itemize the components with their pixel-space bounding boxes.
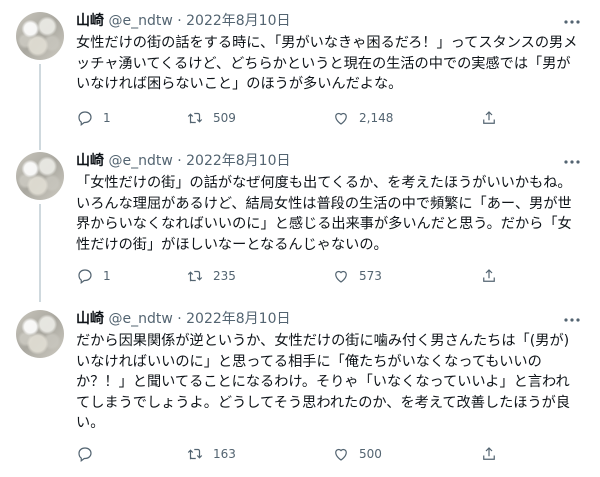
tweet-header: 山崎 @e_ndtw · 2022年8月10日 xyxy=(76,151,290,171)
share-button[interactable] xyxy=(480,266,507,286)
separator-dot: · xyxy=(177,13,182,29)
like-count: 573 xyxy=(359,269,382,283)
avatar[interactable] xyxy=(16,310,64,358)
reply-button[interactable]: 1 xyxy=(76,266,111,286)
like-button[interactable]: 500 xyxy=(332,444,382,464)
retweet-count: 509 xyxy=(213,111,236,125)
tweet-thread: 山崎 @e_ndtw · 2022年8月10日 女性だけの街の話をする時に、「男… xyxy=(0,0,600,477)
retweet-icon xyxy=(187,112,203,124)
avatar[interactable] xyxy=(16,152,64,200)
tweet-actions: 1 509 2,148 xyxy=(76,108,516,128)
reply-icon xyxy=(78,447,92,462)
retweet-icon xyxy=(187,448,203,460)
tweet-text: 「女性だけの街」の話がなぜ何度も出てくるか、を考えたほうがいいかもね。いろんな理… xyxy=(76,175,572,253)
share-icon xyxy=(483,269,495,282)
tweet-date[interactable]: 2022年8月10日 xyxy=(186,153,290,169)
heart-icon xyxy=(335,112,347,125)
author-name[interactable]: 山崎 xyxy=(76,13,104,29)
like-button[interactable]: 573 xyxy=(332,266,382,286)
retweet-count: 235 xyxy=(213,269,236,283)
retweet-count: 163 xyxy=(213,447,236,461)
author-handle[interactable]: @e_ndtw xyxy=(108,311,172,327)
share-icon xyxy=(483,447,495,460)
tweet-actions: 1 235 573 xyxy=(76,266,516,286)
avatar[interactable] xyxy=(16,12,64,60)
separator-dot: · xyxy=(177,153,182,169)
more-horizontal-icon[interactable] xyxy=(562,12,582,32)
retweet-button[interactable]: 235 xyxy=(186,266,236,286)
share-button[interactable] xyxy=(480,108,507,128)
heart-icon xyxy=(335,448,347,461)
tweet[interactable]: 山崎 @e_ndtw · 2022年8月10日 「女性だけの街」の話がなぜ何度も… xyxy=(0,140,600,302)
more-horizontal-icon[interactable] xyxy=(562,152,582,172)
author-name[interactable]: 山崎 xyxy=(76,311,104,327)
heart-icon xyxy=(335,270,347,283)
like-count: 500 xyxy=(359,447,382,461)
tweet[interactable]: 山崎 @e_ndtw · 2022年8月10日 だから因果関係が逆というか、女性… xyxy=(0,298,600,477)
more-horizontal-icon[interactable] xyxy=(562,310,582,330)
tweet-text: だから因果関係が逆というか、女性だけの街に噛み付く男さんたちは「(男が)いなけれ… xyxy=(76,333,571,431)
retweet-button[interactable]: 163 xyxy=(186,444,236,464)
share-icon xyxy=(483,111,495,124)
reply-count: 1 xyxy=(103,111,111,125)
author-handle[interactable]: @e_ndtw xyxy=(108,153,172,169)
tweet-date[interactable]: 2022年8月10日 xyxy=(186,311,290,327)
tweet-header: 山崎 @e_ndtw · 2022年8月10日 xyxy=(76,309,290,329)
author-name[interactable]: 山崎 xyxy=(76,153,104,169)
tweet-actions: 163 500 xyxy=(76,444,516,464)
reply-icon xyxy=(78,269,92,284)
tweet-header: 山崎 @e_ndtw · 2022年8月10日 xyxy=(76,11,290,31)
reply-button[interactable] xyxy=(76,444,103,464)
share-button[interactable] xyxy=(480,444,507,464)
separator-dot: · xyxy=(177,311,182,327)
reply-count: 1 xyxy=(103,269,111,283)
like-button[interactable]: 2,148 xyxy=(332,108,393,128)
tweet-date[interactable]: 2022年8月10日 xyxy=(186,13,290,29)
tweet-text: 女性だけの街の話をする時に、「男がいなきゃ困るだろ！」ってスタンスの男メッチャ湧… xyxy=(76,35,578,92)
reply-icon xyxy=(78,111,92,126)
author-handle[interactable]: @e_ndtw xyxy=(108,13,172,29)
like-count: 2,148 xyxy=(359,111,394,125)
reply-button[interactable]: 1 xyxy=(76,108,111,128)
retweet-icon xyxy=(187,270,203,282)
tweet[interactable]: 山崎 @e_ndtw · 2022年8月10日 女性だけの街の話をする時に、「男… xyxy=(0,0,600,148)
retweet-button[interactable]: 509 xyxy=(186,108,236,128)
